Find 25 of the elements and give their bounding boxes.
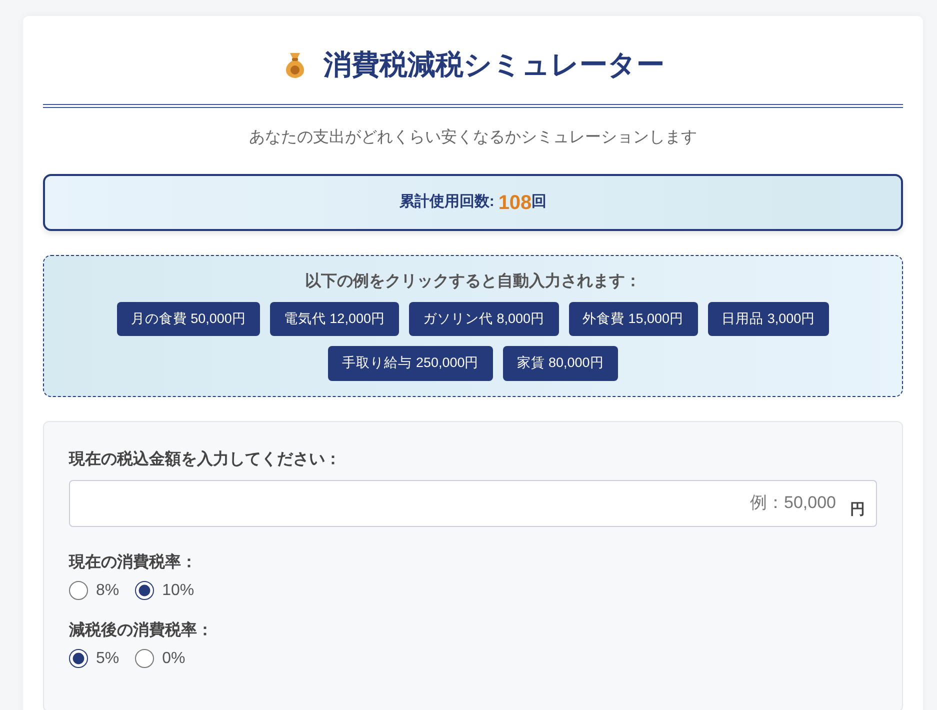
radio-button[interactable]: [135, 581, 154, 600]
radio-button[interactable]: [135, 649, 154, 668]
rate-label: 現在の消費税率：: [69, 554, 197, 570]
example-button[interactable]: 家賃 80,000円: [502, 346, 618, 380]
radio-label: 0%: [162, 648, 186, 668]
example-button[interactable]: 外食費 15,000円: [568, 302, 698, 336]
radio-label: 8%: [96, 580, 120, 600]
radio-button[interactable]: [69, 649, 88, 668]
counter-value: 108: [498, 190, 532, 216]
examples-heading: 以下の例をクリックすると自動入力されます：: [305, 273, 641, 290]
example-button[interactable]: 電気代 12,000円: [270, 302, 399, 336]
example-button[interactable]: 日用品 3,000円: [708, 302, 830, 336]
unit-label: 円: [850, 500, 865, 520]
radio-button[interactable]: [69, 581, 88, 600]
amount-label: 現在の税込金額を入力してください：: [69, 450, 341, 468]
subtitle: あなたの支出がどれくらい安くなるかシミュレーションします: [249, 129, 697, 146]
rate-label: 減税後の消費税率：: [69, 622, 213, 638]
page-title: 消費税減税シミュレーター: [324, 48, 664, 82]
example-button[interactable]: ガソリン代 8,000円: [408, 302, 559, 336]
example-button[interactable]: 手取り給与 250,000円: [328, 346, 493, 380]
radio-label: 5%: [96, 648, 120, 668]
radio-label: 10%: [162, 580, 194, 600]
counter-label: 累計使用回数:: [399, 192, 494, 212]
counter-unit: 回: [532, 192, 547, 212]
example-button[interactable]: 月の食費 50,000円: [116, 302, 260, 336]
